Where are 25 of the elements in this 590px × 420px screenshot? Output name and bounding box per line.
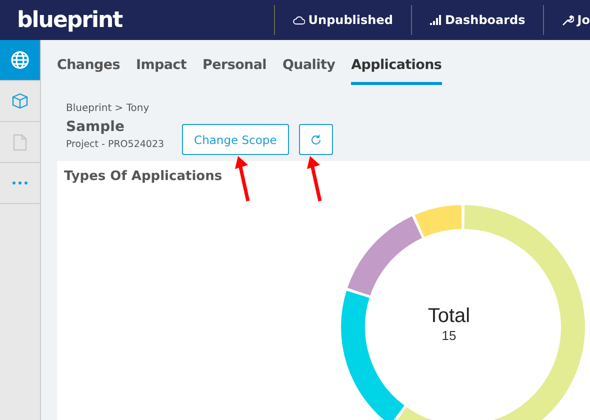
more-icon (12, 181, 28, 185)
signal-bars-icon (430, 15, 442, 25)
tab[interactable]: Applications (351, 57, 442, 85)
nav-link[interactable]: Unpublished (275, 13, 411, 27)
wrench-icon (562, 14, 574, 26)
total-label: Total (428, 305, 470, 328)
project-title: Sample (66, 119, 126, 135)
refresh-button[interactable] (298, 124, 333, 155)
card-title: Types Of Applications (63, 168, 224, 184)
sidebar-button[interactable] (0, 40, 40, 81)
cloud-icon (293, 15, 306, 25)
document-icon (13, 134, 27, 150)
tab[interactable]: Personal (202, 57, 266, 85)
globe-icon (11, 51, 29, 69)
breadcrumb: Blueprint > Tony (66, 103, 150, 114)
cube-icon (12, 93, 28, 109)
refresh-icon (310, 134, 322, 146)
nav-link[interactable]: Dashboards (412, 13, 544, 27)
app-logo[interactable]: blueprint (17, 8, 122, 32)
project-id: Project - PRO524023 (66, 139, 164, 150)
nav-link[interactable]: Jo (544, 13, 590, 27)
tab[interactable]: Changes (57, 57, 120, 85)
total-value: 15 (442, 328, 456, 343)
tab[interactable]: Quality (282, 57, 336, 85)
tab[interactable]: Impact (136, 57, 187, 85)
